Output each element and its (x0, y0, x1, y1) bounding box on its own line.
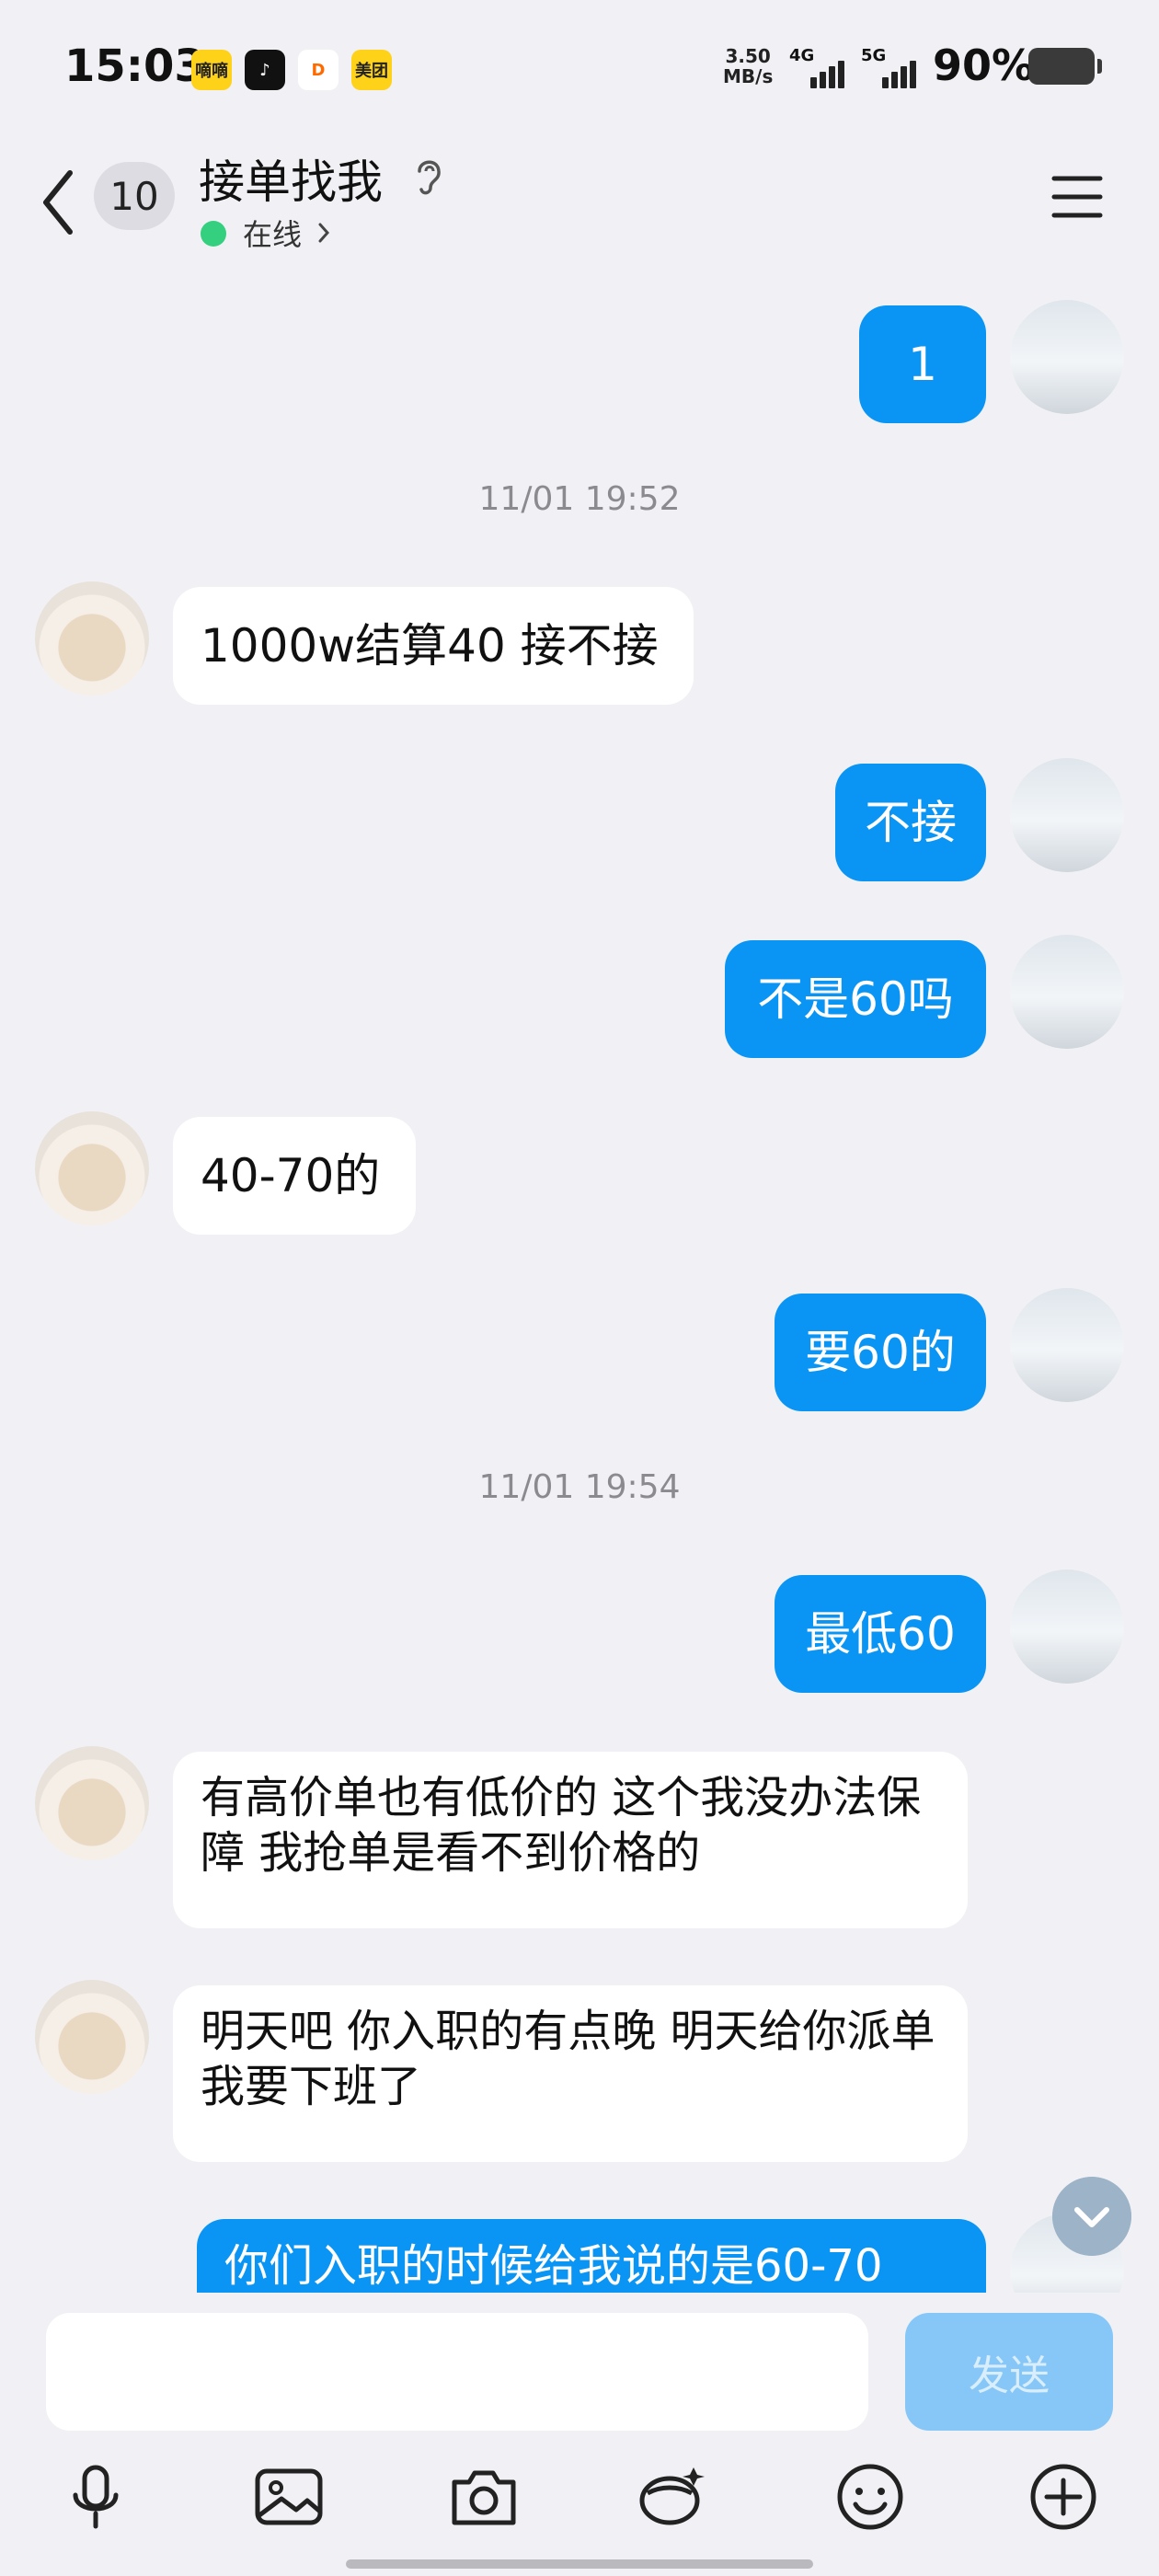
image-icon[interactable] (250, 2458, 327, 2536)
message-input[interactable] (46, 2313, 868, 2431)
composer: 发送 (0, 2293, 1159, 2576)
meituan-icon: 美团 (351, 50, 392, 90)
status-time: 15:03 (64, 40, 205, 92)
ai-assistant-icon[interactable] (633, 2458, 710, 2536)
plus-icon[interactable] (1025, 2458, 1102, 2536)
contact-avatar[interactable] (35, 581, 149, 696)
my-avatar[interactable] (1010, 935, 1124, 1049)
send-button[interactable]: 发送 (905, 2313, 1113, 2431)
chevron-right-icon[interactable] (315, 219, 333, 247)
my-avatar[interactable] (1010, 300, 1124, 414)
notification-app-icons: 嘀嘀 ♪ D 美团 (191, 50, 392, 90)
outgoing-message[interactable]: 要60的 (775, 1294, 986, 1411)
contact-avatar[interactable] (35, 1746, 149, 1860)
contact-avatar[interactable] (35, 1980, 149, 2094)
signal-5g-icon: 5G (861, 46, 916, 88)
incoming-message[interactable]: 有高价单也有低价的 这个我没办法保障 我抢单是看不到价格的 (173, 1752, 968, 1928)
status-bar: 15:03 嘀嘀 ♪ D 美团 3.50 MB/s 4G 5G 90% (0, 0, 1159, 138)
my-avatar[interactable] (1010, 1288, 1124, 1402)
signal-4g-icon: 4G (789, 46, 844, 88)
emoji-icon[interactable] (832, 2458, 909, 2536)
incoming-message[interactable]: 明天吧 你入职的有点晚 明天给你派单 我要下班了 (173, 1985, 968, 2162)
back-arrow-icon[interactable] (37, 166, 83, 239)
contact-avatar[interactable] (35, 1111, 149, 1225)
scroll-to-bottom-button[interactable] (1052, 2177, 1131, 2256)
online-status[interactable]: 在线 (243, 212, 302, 254)
outgoing-message[interactable]: 不是60吗 (725, 940, 986, 1058)
message-timestamp: 11/01 19:52 (478, 480, 681, 518)
unread-count-badge[interactable]: 10 (94, 162, 175, 230)
my-avatar[interactable] (1010, 758, 1124, 872)
didi-icon: D (298, 50, 339, 90)
chat-header: 10 接单找我 在线 (0, 138, 1159, 267)
camera-icon[interactable] (445, 2458, 522, 2536)
network-speed: 3.50 MB/s (723, 45, 774, 87)
home-indicator[interactable] (346, 2559, 813, 2569)
incoming-message[interactable]: 40-70的 (173, 1117, 416, 1235)
yellow-app-icon: 嘀嘀 (191, 50, 232, 90)
microphone-icon[interactable] (57, 2458, 134, 2536)
tiktok-icon: ♪ (245, 50, 285, 90)
message-timestamp: 11/01 19:54 (478, 1468, 681, 1506)
outgoing-message[interactable]: 不接 (835, 764, 986, 881)
outgoing-message[interactable]: 最低60 (775, 1575, 986, 1693)
menu-icon[interactable] (1049, 171, 1106, 223)
outgoing-message[interactable]: 1 (859, 305, 986, 423)
chat-title[interactable]: 接单找我 (199, 145, 383, 212)
battery-icon (1028, 48, 1102, 85)
incoming-message[interactable]: 1000w结算40 接不接 (173, 587, 694, 705)
my-avatar[interactable] (1010, 1570, 1124, 1684)
battery-percent: 90% (933, 40, 1035, 90)
online-status-dot (201, 221, 226, 247)
ear-icon (418, 160, 441, 195)
